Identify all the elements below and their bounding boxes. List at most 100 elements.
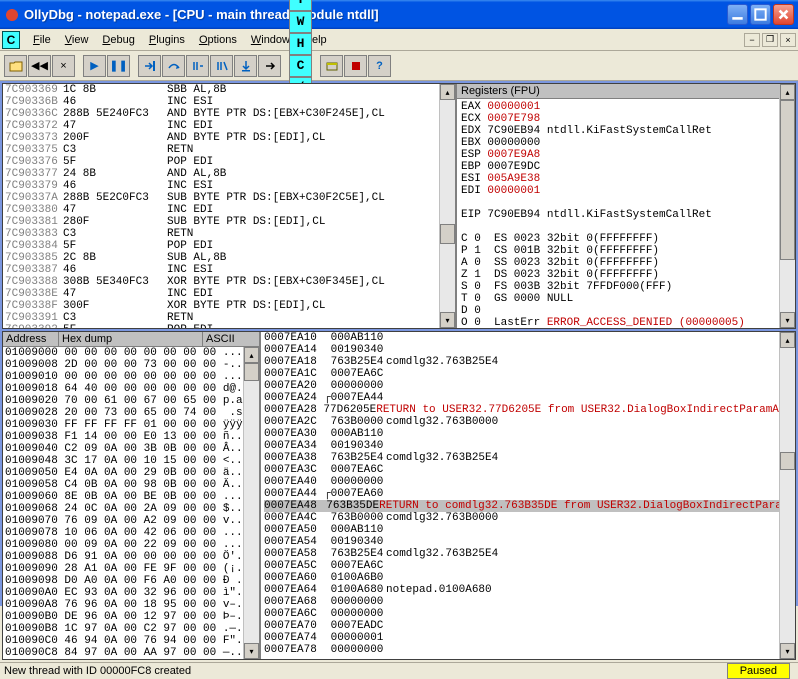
flag-row[interactable]: D 0: [461, 305, 791, 317]
menu-options[interactable]: Options: [192, 32, 244, 48]
dump-row[interactable]: 01009070 76 09 0A 00 A2 09 00 00 v...¢..…: [5, 515, 259, 527]
stack-row[interactable]: 0007EA1C 0007EA6C: [264, 368, 795, 380]
disasm-row[interactable]: 7C90336B46 INC ESI: [5, 96, 455, 108]
flag-row[interactable]: T 0 GS 0000 NULL: [461, 293, 791, 305]
stack-row[interactable]: 0007EA38 763B25E4comdlg32.763B25E4: [264, 452, 795, 464]
menu-view[interactable]: View: [58, 32, 96, 48]
disasm-row[interactable]: 7C9033852C 8B SUB AL,8B: [5, 252, 455, 264]
dump-row[interactable]: 01009048 3C 17 0A 00 10 15 00 00 <......…: [5, 455, 259, 467]
register-ebp[interactable]: EBP 0007E9DC: [461, 161, 791, 173]
stack-row[interactable]: 0007EA70 0007EADC: [264, 620, 795, 632]
dump-row[interactable]: 01009040 C2 09 0A 00 3B 0B 00 00 Â...;..…: [5, 443, 259, 455]
dump-row[interactable]: 01009090 28 A1 0A 00 FE 9F 00 00 (¡..þŸ.…: [5, 563, 259, 575]
menu-file[interactable]: File: [26, 32, 58, 48]
disasm-row[interactable]: 7C903375C3 RETN: [5, 144, 455, 156]
disasm-row[interactable]: 7C90337A288B 5E2C0FC3 SUB BYTE PTR DS:[E…: [5, 192, 455, 204]
disasm-row[interactable]: 7C9033845F POP EDI: [5, 240, 455, 252]
stack-row[interactable]: 0007EA50 000AB110: [264, 524, 795, 536]
dump-row[interactable]: 01009008 2D 00 00 00 73 00 00 00 -...s..…: [5, 359, 259, 371]
step-into-button[interactable]: [138, 55, 161, 77]
dump-row[interactable]: 010090C0 46 94 0A 00 76 94 00 00 F"..v".…: [5, 635, 259, 647]
stack-row[interactable]: 0007EA40 00000000: [264, 476, 795, 488]
trace-over-button[interactable]: [210, 55, 233, 77]
disasm-row[interactable]: 7C903381280F SUB BYTE PTR DS:[EDI],CL: [5, 216, 455, 228]
disasm-row[interactable]: 7C90337247 INC EDI: [5, 120, 455, 132]
dump-row[interactable]: 01009050 E4 0A 0A 00 29 0B 00 00 ä...)..…: [5, 467, 259, 479]
close-button[interactable]: [773, 4, 794, 25]
register-ebx[interactable]: EBX 00000000: [461, 137, 791, 149]
dump-row[interactable]: 01009030 FF FF FF FF 01 00 00 00 ÿÿÿÿ...…: [5, 419, 259, 431]
dump-row[interactable]: 010090B0 DE 96 0A 00 12 97 00 00 Þ–...—.…: [5, 611, 259, 623]
stack-row[interactable]: 0007EA78 00000000: [264, 644, 795, 656]
dump-header[interactable]: Address Hex dump ASCII: [3, 332, 259, 347]
stack-row[interactable]: 0007EA68 00000000: [264, 596, 795, 608]
register-eip[interactable]: EIP 7C90EB94 ntdll.KiFastSystemCallRet: [461, 209, 791, 221]
disasm-row[interactable]: 7C903391C3 RETN: [5, 312, 455, 324]
menu-plugins[interactable]: Plugins: [142, 32, 192, 48]
register-ecx[interactable]: ECX 0007E798: [461, 113, 791, 125]
stack-row[interactable]: 0007EA44┌0007EA60: [264, 488, 795, 500]
dump-row[interactable]: 01009010 00 00 00 00 00 00 00 00 .......…: [5, 371, 259, 383]
dump-row[interactable]: 01009088 D6 91 0A 00 00 00 00 00 Ö'.....…: [5, 551, 259, 563]
disasm-row[interactable]: 7C90338047 INC EDI: [5, 204, 455, 216]
execute-till-return-button[interactable]: [234, 55, 257, 77]
flag-row[interactable]: Z 1 DS 0023 32bit 0(FFFFFFFF): [461, 269, 791, 281]
disasm-row[interactable]: 7C90338E47 INC EDI: [5, 288, 455, 300]
stack-row[interactable]: 0007EA20 00000000: [264, 380, 795, 392]
trace-into-button[interactable]: [186, 55, 209, 77]
menu-debug[interactable]: Debug: [95, 32, 141, 48]
dump-row[interactable]: 01009060 8E 0B 0A 00 BE 0B 00 00 ......¾…: [5, 491, 259, 503]
open-button[interactable]: [4, 55, 27, 77]
dump-row[interactable]: 01009018 64 40 00 00 00 00 00 00 d@.....…: [5, 383, 259, 395]
dump-row[interactable]: 01009020 70 00 61 00 67 00 65 00 p.a.g.e…: [5, 395, 259, 407]
stack-row[interactable]: 0007EA4C 763B0000comdlg32.763B0000: [264, 512, 795, 524]
step-over-button[interactable]: [162, 55, 185, 77]
register-esi[interactable]: ESI 005A9E38: [461, 173, 791, 185]
stack-row[interactable]: 0007EA18 763B25E4comdlg32.763B25E4: [264, 356, 795, 368]
dump-row[interactable]: 01009068 24 0C 0A 00 2A 09 00 00 $...*..…: [5, 503, 259, 515]
mdi-minimize-button[interactable]: −: [744, 33, 760, 47]
disasm-row[interactable]: 7C90338F300F XOR BYTE PTR DS:[EDI],CL: [5, 300, 455, 312]
stack-row[interactable]: 0007EA58 763B25E4comdlg32.763B25E4: [264, 548, 795, 560]
stack-row[interactable]: 0007EA24┌0007EA44: [264, 392, 795, 404]
stack-row[interactable]: 0007EA10 000AB110: [264, 332, 795, 344]
disasm-row[interactable]: 7C9033765F POP EDI: [5, 156, 455, 168]
flag-row[interactable]: C 0 ES 0023 32bit 0(FFFFFFFF): [461, 233, 791, 245]
dump-row[interactable]: 01009058 C4 0B 0A 00 98 0B 00 00 Ä......…: [5, 479, 259, 491]
stack-row[interactable]: 0007EA54 00190340: [264, 536, 795, 548]
flag-row[interactable]: O 0 LastErr ERROR_ACCESS_DENIED (0000000…: [461, 317, 791, 328]
disasm-row[interactable]: 7C903373200F AND BYTE PTR DS:[EDI],CL: [5, 132, 455, 144]
stack-row[interactable]: 0007EA28 77D6205ERETURN to USER32.77D620…: [264, 404, 795, 416]
registers-header[interactable]: Registers (FPU): [457, 84, 795, 99]
stack-row[interactable]: 0007EA3C 0007EA6C: [264, 464, 795, 476]
disasm-row[interactable]: 7C9033691C 8B SBB AL,8B: [5, 84, 455, 96]
help-button[interactable]: ?: [368, 55, 391, 77]
dump-row[interactable]: 01009080 00 09 0A 00 22 09 00 00 ...."..…: [5, 539, 259, 551]
register-edx[interactable]: EDX 7C90EB94 ntdll.KiFastSystemCallRet: [461, 125, 791, 137]
reg-scrollbar[interactable]: ▴ ▾: [779, 84, 795, 328]
stack-row[interactable]: 0007EA60 0100A6B0: [264, 572, 795, 584]
settings-button[interactable]: [320, 55, 343, 77]
restart-button[interactable]: ×: [52, 55, 75, 77]
disasm-row[interactable]: 7C903383C3 RETN: [5, 228, 455, 240]
disasm-row[interactable]: 7C9033925F POP EDI: [5, 324, 455, 328]
dump-row[interactable]: 010090B8 1C 97 0A 00 C2 97 00 00 .—..Â—.…: [5, 623, 259, 635]
disasm-scrollbar[interactable]: ▴ ▾: [439, 84, 455, 328]
dump-row[interactable]: 01009038 F1 14 00 00 E0 13 00 00 ñ...à..…: [5, 431, 259, 443]
register-eax[interactable]: EAX 00000001: [461, 101, 791, 113]
stack-row[interactable]: 0007EA30 000AB110: [264, 428, 795, 440]
disasm-row[interactable]: 7C903388308B 5E340FC3 XOR BYTE PTR DS:[E…: [5, 276, 455, 288]
toolbar-T-button[interactable]: T: [289, 0, 312, 11]
maximize-button[interactable]: [750, 4, 771, 25]
toolbar-H-button[interactable]: H: [289, 33, 312, 55]
dump-row[interactable]: 010090A8 76 96 0A 00 18 95 00 00 v–...•.…: [5, 599, 259, 611]
disasm-row[interactable]: 7C90338746 INC ESI: [5, 264, 455, 276]
dump-row[interactable]: 010090A0 EC 93 0A 00 32 96 00 00 ì"..2–.…: [5, 587, 259, 599]
disasm-row[interactable]: 7C90337724 8B AND AL,8B: [5, 168, 455, 180]
appearance-button[interactable]: [344, 55, 367, 77]
dump-scrollbar[interactable]: ▴ ▾: [243, 347, 259, 659]
stack-row[interactable]: 0007EA5C 0007EA6C: [264, 560, 795, 572]
flag-row[interactable]: S 0 FS 003B 32bit 7FFDF000(FFF): [461, 281, 791, 293]
goto-button[interactable]: [258, 55, 281, 77]
cpu-window-icon[interactable]: C: [2, 31, 20, 49]
